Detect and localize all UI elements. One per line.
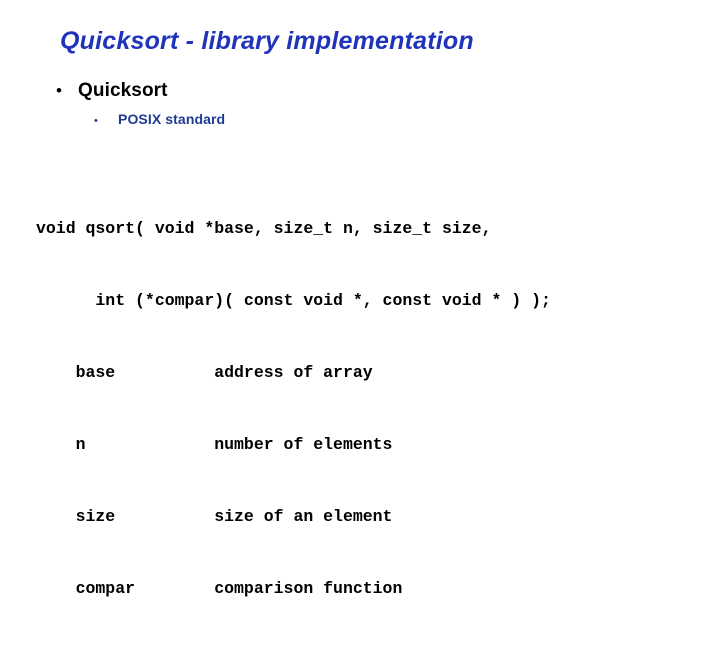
code-line: void qsort( void *base, size_t n, size_t… (36, 219, 492, 238)
code-line: n number of elements (36, 435, 393, 454)
code-line: size size of an element (36, 507, 393, 526)
code-line: int (*compar)( const void *, const void … (36, 291, 551, 310)
bullet-level-1-label: Quicksort (78, 80, 168, 101)
slide-canvas: Quicksort - library implementation • Qui… (0, 0, 720, 598)
page-title: Quicksort - library implementation (60, 27, 474, 55)
sub-bullet-dot-icon: • (94, 115, 98, 127)
code-line: base address of array (36, 363, 373, 382)
bullet-level-2: • POSIX standard (94, 111, 225, 130)
code-block: void qsort( void *base, size_t n, size_t… (36, 169, 551, 649)
bullet-dot-icon: • (56, 81, 62, 100)
bullet-level-2-label: POSIX standard (118, 111, 226, 127)
code-line: compar comparison function (36, 579, 403, 598)
bullet-level-1: • Quicksort (56, 80, 168, 101)
